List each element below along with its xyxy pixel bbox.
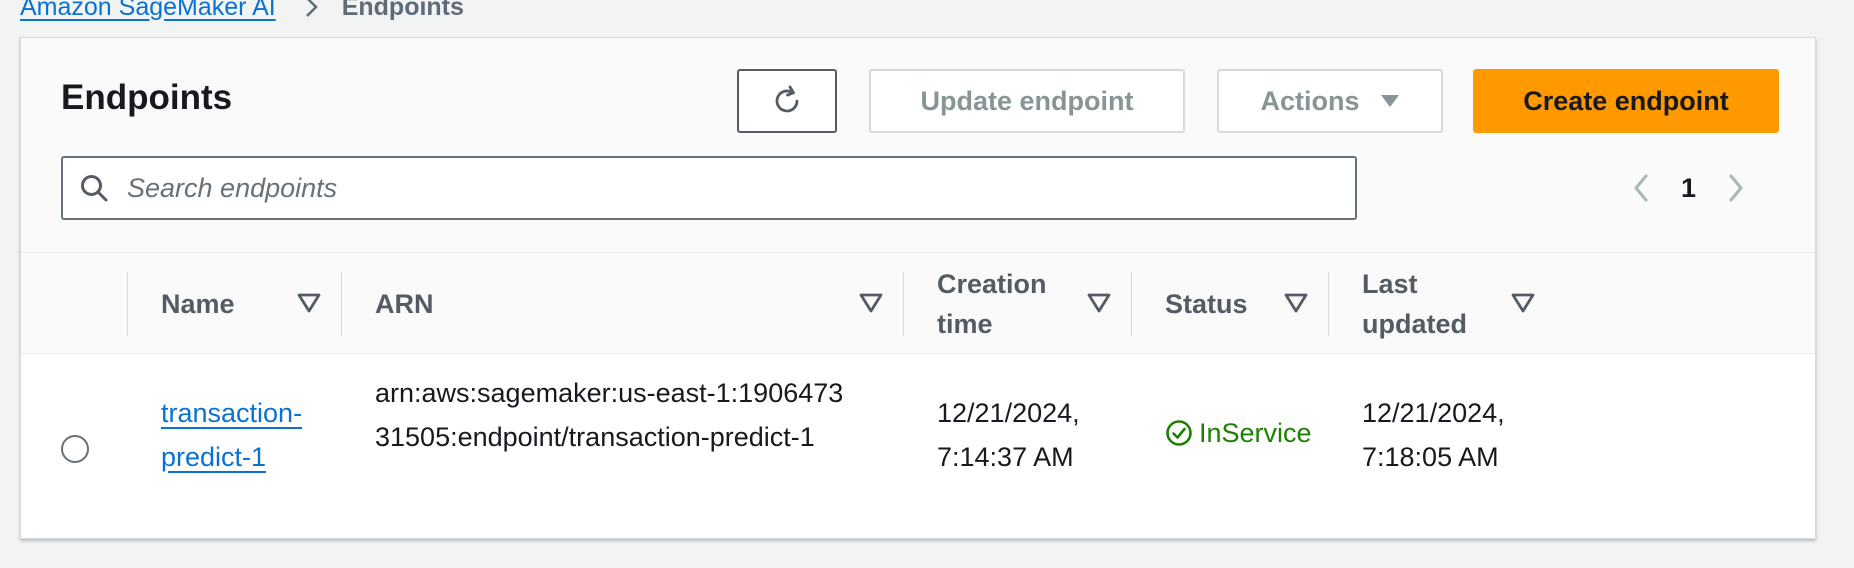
table-column-headers: Name ARN Creation time Status Last updat… xyxy=(21,254,1815,354)
refresh-icon xyxy=(770,84,804,118)
search-input[interactable] xyxy=(119,160,1355,216)
status-text: InService xyxy=(1199,418,1312,448)
column-header-status[interactable]: Status xyxy=(1165,254,1275,354)
search-icon xyxy=(79,173,119,203)
sort-icon[interactable] xyxy=(859,292,883,314)
column-divider xyxy=(127,272,128,336)
endpoint-name-link[interactable]: transaction-predict-1 xyxy=(161,398,302,472)
current-page-number[interactable]: 1 xyxy=(1681,173,1696,204)
column-divider xyxy=(341,272,342,336)
create-endpoint-button[interactable]: Create endpoint xyxy=(1473,69,1779,133)
pagination: 1 xyxy=(1631,166,1746,210)
row-select-radio[interactable] xyxy=(61,435,89,463)
endpoints-table-container: Endpoints Update endpoint Actions Create… xyxy=(20,37,1816,539)
refresh-button[interactable] xyxy=(737,69,837,133)
sort-icon[interactable] xyxy=(1284,292,1308,314)
sort-icon[interactable] xyxy=(1087,292,1111,314)
create-endpoint-label: Create endpoint xyxy=(1523,85,1729,116)
breadcrumb: Amazon SageMaker AI Endpoints xyxy=(20,0,464,24)
actions-dropdown-button[interactable]: Actions xyxy=(1217,69,1443,133)
breadcrumb-link-sagemaker[interactable]: Amazon SageMaker AI xyxy=(20,0,276,22)
page-title: Endpoints xyxy=(61,78,233,117)
column-label-last-updated: Last updated xyxy=(1362,269,1467,339)
column-header-creation-time[interactable]: Creation time xyxy=(937,254,1067,354)
chevron-left-icon[interactable] xyxy=(1631,172,1651,204)
cell-last-updated: 12/21/2024, 7:18:05 AM xyxy=(1362,398,1505,472)
update-endpoint-button[interactable]: Update endpoint xyxy=(869,69,1185,133)
column-label-name: Name xyxy=(161,289,235,319)
column-divider xyxy=(1131,272,1132,336)
sort-icon[interactable] xyxy=(1511,292,1535,314)
column-divider xyxy=(903,272,904,336)
breadcrumb-current: Endpoints xyxy=(341,0,464,21)
search-box[interactable] xyxy=(61,156,1357,220)
column-label-status: Status xyxy=(1165,289,1248,319)
cell-arn: arn:aws:sagemaker:us-east-1:190647331505… xyxy=(375,378,844,452)
cell-status: InService xyxy=(1165,411,1312,455)
check-circle-icon xyxy=(1165,419,1193,447)
cell-creation-time: 12/21/2024, 7:14:37 AM xyxy=(937,398,1080,472)
column-label-arn: ARN xyxy=(375,289,434,319)
column-divider xyxy=(1328,272,1329,336)
column-header-arn[interactable]: ARN xyxy=(375,254,775,354)
caret-down-icon xyxy=(1380,93,1400,109)
table-row[interactable]: transaction-predict-1 arn:aws:sagemaker:… xyxy=(21,355,1815,538)
table-header: Endpoints Update endpoint Actions Create… xyxy=(21,38,1815,253)
actions-label: Actions xyxy=(1260,85,1360,116)
sort-icon[interactable] xyxy=(297,292,321,314)
chevron-right-icon xyxy=(304,0,320,19)
column-label-creation-time: Creation time xyxy=(937,269,1047,339)
chevron-right-icon[interactable] xyxy=(1726,172,1746,204)
update-endpoint-label: Update endpoint xyxy=(920,85,1134,116)
column-header-last-updated[interactable]: Last updated xyxy=(1362,254,1482,354)
cell-name: transaction-predict-1 xyxy=(161,391,331,479)
